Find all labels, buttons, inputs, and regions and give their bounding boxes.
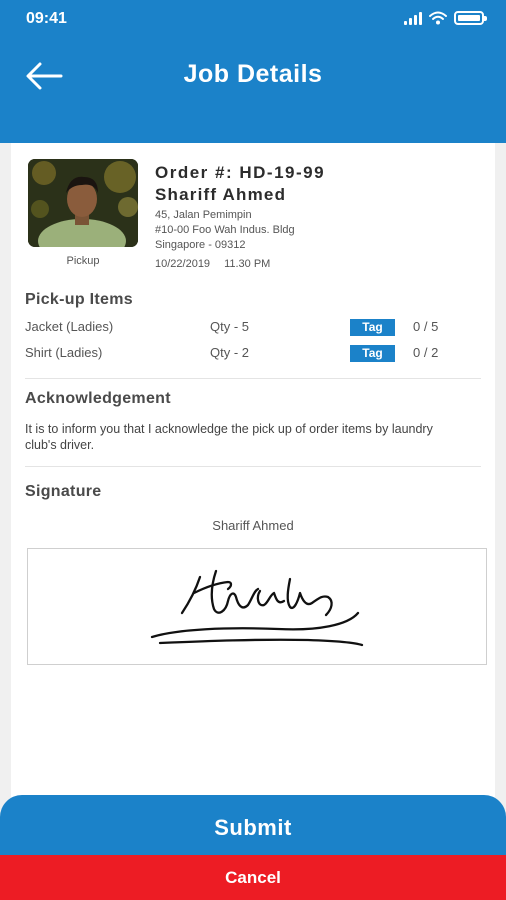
signal-icon — [404, 11, 422, 25]
photo-caption: Pickup — [66, 255, 100, 267]
order-info: Order #: HD-19-99 Shariff Ahmed 45, Jala… — [155, 163, 325, 270]
wifi-icon — [429, 11, 447, 25]
item-qty: Qty - 2 — [210, 345, 250, 360]
status-time: 09:41 — [26, 10, 67, 27]
customer-photo — [28, 159, 138, 247]
item-name: Shirt (Ladies) — [25, 345, 103, 360]
customer-photo-block: Pickup — [28, 159, 138, 267]
customer-name: Shariff Ahmed — [155, 185, 287, 204]
order-time: 11.30 PM — [224, 258, 271, 270]
signer-name: Shariff Ahmed — [212, 518, 294, 533]
item-qty: Qty - 5 — [210, 319, 250, 334]
address-line-1: 45, Jalan Pemimpin — [155, 209, 252, 221]
order-number: Order #: HD-19-99 — [155, 163, 326, 182]
section-divider — [25, 466, 481, 467]
section-divider — [25, 378, 481, 379]
signature-pad[interactable] — [27, 548, 487, 665]
address-line-2: #10-00 Foo Wah Indus. Bldg — [155, 224, 295, 236]
battery-icon — [454, 11, 487, 25]
status-icons — [404, 11, 487, 25]
acknowledgement-text: It is to inform you that I acknowledge t… — [25, 422, 433, 452]
pickup-item-row: Jacket (Ladies) Qty - 5 Tag 0 / 5 — [25, 319, 481, 337]
cancel-button[interactable]: Cancel — [0, 855, 506, 900]
tag-button[interactable]: Tag — [350, 319, 395, 336]
item-name: Jacket (Ladies) — [25, 319, 114, 334]
signature-drawing — [150, 569, 364, 647]
item-tag-count: 0 / 5 — [413, 319, 439, 334]
tag-button[interactable]: Tag — [350, 345, 395, 362]
page-title: Job Details — [183, 60, 323, 88]
address-line-3: Singapore - 09312 — [155, 239, 246, 251]
order-datetime: 10/22/2019 11.30 PM — [155, 258, 325, 270]
signature-title: Signature — [25, 483, 102, 500]
job-details-card: Pickup Order #: HD-19-99 Shariff Ahmed 4… — [11, 143, 495, 900]
acknowledgement-title: Acknowledgement — [25, 390, 171, 407]
pickup-items-title: Pick-up Items — [25, 291, 133, 308]
item-tag-count: 0 / 2 — [413, 345, 439, 360]
app-header: 09:41 Job Details — [0, 0, 506, 143]
order-date: 10/22/2019 — [155, 258, 211, 270]
pickup-item-row: Shirt (Ladies) Qty - 2 Tag 0 / 2 — [25, 345, 481, 363]
